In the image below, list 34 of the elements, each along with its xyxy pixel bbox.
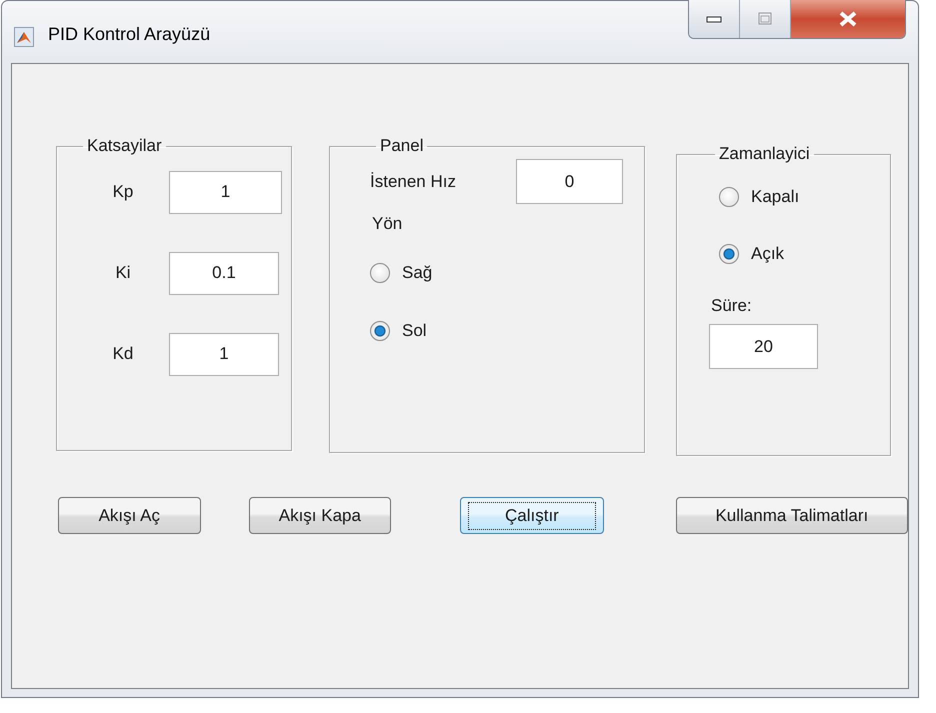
radio-label[interactable]: Açık	[751, 244, 784, 264]
field-label: İstenen Hız	[370, 172, 457, 192]
field-label: Ki	[114, 263, 132, 283]
input-field[interactable]: 1	[169, 170, 282, 214]
minimize-button[interactable]	[689, 0, 740, 38]
radio-label[interactable]: Sol	[402, 321, 427, 341]
window-title: PID Kontrol Arayüzü	[48, 24, 210, 45]
field-label: Kp	[112, 182, 134, 202]
group-title: Zamanlayici	[718, 144, 811, 164]
input-field[interactable]: 0.1	[169, 252, 279, 294]
radio-button[interactable]	[719, 187, 739, 207]
push-button[interactable]: Akışı Aç	[58, 497, 201, 534]
input-field[interactable]: 20	[709, 324, 818, 369]
input-field[interactable]: 1	[169, 332, 279, 376]
radio-label[interactable]: Kapalı	[751, 187, 800, 207]
radio-button[interactable]	[719, 244, 739, 264]
radio-label[interactable]: Sağ	[402, 263, 432, 283]
field-label: Kd	[112, 344, 134, 364]
push-button[interactable]: Kullanma Talimatları	[676, 497, 908, 534]
maximize-icon	[757, 12, 773, 26]
radio-button[interactable]	[370, 321, 390, 341]
group-title: Katsayilar	[86, 136, 163, 156]
minimize-icon	[706, 15, 722, 23]
push-button[interactable]: Akışı Kapa	[248, 497, 392, 534]
maximize-button[interactable]	[740, 0, 791, 38]
field-label: Yön	[372, 214, 404, 234]
close-button[interactable]	[791, 0, 905, 38]
field-label: Süre:	[711, 296, 753, 316]
app-icon	[14, 27, 34, 47]
close-icon	[837, 11, 859, 27]
group-title: Panel	[379, 136, 424, 156]
radio-button[interactable]	[370, 263, 390, 283]
input-field[interactable]: 0	[516, 159, 623, 204]
push-button[interactable]: Çalıştır	[460, 497, 604, 534]
